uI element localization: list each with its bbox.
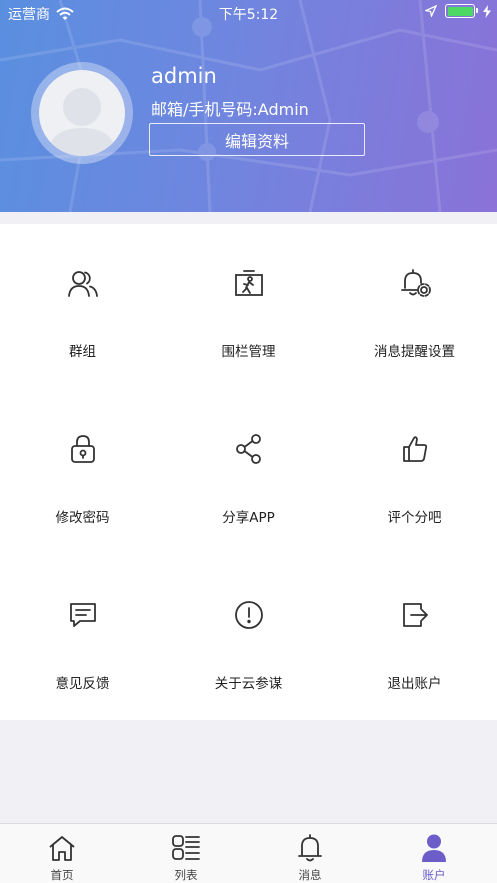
home-icon (49, 836, 75, 861)
menu-item-logout[interactable]: 退出账户 (332, 556, 497, 721)
bell-settings-icon (400, 269, 431, 297)
menu-item-label: 退出账户 (387, 676, 442, 692)
menu-item-label: 分享APP (222, 510, 275, 526)
share-icon (235, 434, 261, 464)
user-icon (422, 834, 446, 862)
charging-bolt-icon (483, 4, 491, 18)
tab-home[interactable]: 首页 (0, 824, 124, 883)
menu-item-label: 围栏管理 (221, 344, 276, 360)
default-avatar-icon (47, 88, 117, 156)
menu-item-label: 评个分吧 (387, 510, 442, 526)
bottom-tab-bar: 首页 列表 消息 账户 (0, 823, 497, 883)
menu-item-label: 群组 (69, 344, 96, 360)
menu-grid: 群组 围栏管理 消息提醒设置 修改密码 分享APP 评个分吧 意见反馈 关于云参… (0, 224, 497, 720)
battery-indicator (445, 4, 478, 18)
menu-item-label: 关于云参谋 (214, 676, 283, 692)
list-icon (172, 835, 200, 860)
menu-item-share-app[interactable]: 分享APP (166, 390, 331, 555)
edit-profile-button[interactable]: 编辑资料 (149, 123, 365, 156)
tab-messages[interactable]: 消息 (248, 824, 372, 883)
feedback-icon (69, 603, 96, 627)
thumbs-up-icon (402, 436, 427, 462)
menu-item-notification-settings[interactable]: 消息提醒设置 (332, 224, 497, 389)
lock-icon (70, 435, 95, 463)
menu-item-fence[interactable]: 围栏管理 (166, 224, 331, 389)
logout-icon (402, 603, 428, 627)
menu-item-group[interactable]: 群组 (0, 224, 165, 389)
menu-item-about[interactable]: 关于云参谋 (166, 556, 331, 721)
username: admin (151, 64, 217, 88)
account-info: 邮箱/手机号码:Admin (151, 100, 309, 119)
group-icon (67, 271, 98, 297)
menu-item-label: 修改密码 (55, 510, 110, 526)
bell-icon (298, 834, 322, 862)
location-arrow-icon (425, 5, 437, 17)
profile-header: 运营商 下午5:12 admin 邮箱/手机号码:Admin 编辑资料 (0, 0, 497, 212)
tab-label: 列表 (174, 868, 198, 882)
tab-label: 消息 (298, 868, 322, 882)
menu-item-label: 意见反馈 (55, 676, 110, 692)
tab-label: 账户 (422, 868, 446, 882)
menu-item-rate-us[interactable]: 评个分吧 (332, 390, 497, 555)
info-icon (234, 601, 263, 629)
tab-label: 首页 (50, 868, 74, 882)
fence-icon (234, 270, 263, 296)
menu-item-change-password[interactable]: 修改密码 (0, 390, 165, 555)
menu-item-label: 消息提醒设置 (374, 344, 455, 360)
status-bar: 运营商 下午5:12 (0, 0, 497, 26)
tab-list[interactable]: 列表 (124, 824, 248, 883)
avatar[interactable] (39, 70, 125, 156)
status-time: 下午5:12 (218, 7, 279, 23)
tab-account[interactable]: 账户 (372, 824, 496, 883)
menu-item-feedback[interactable]: 意见反馈 (0, 556, 165, 721)
